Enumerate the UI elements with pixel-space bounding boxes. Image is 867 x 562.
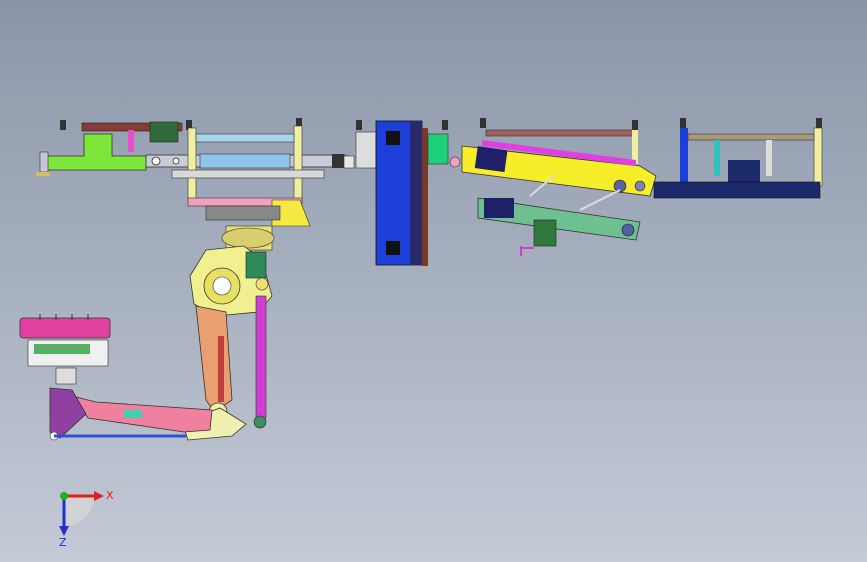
orientation-triad: X Z (59, 489, 114, 548)
robot-arm-assembly[interactable] (19, 225, 275, 441)
cad-assembly-model[interactable] (0, 0, 867, 562)
angled-conveyor-assembly[interactable] (461, 118, 657, 256)
left-rail-assembly[interactable] (36, 118, 377, 227)
z-axis-label: Z (59, 536, 67, 548)
cad-3d-viewport[interactable]: X Z (0, 0, 867, 562)
right-frame-assembly[interactable] (653, 118, 823, 199)
y-axis-dot (60, 492, 68, 500)
x-axis-label: X (106, 489, 114, 502)
x-axis-arrowhead (94, 491, 104, 501)
z-axis-arrowhead (59, 526, 69, 536)
central-blue-column[interactable] (375, 120, 461, 266)
